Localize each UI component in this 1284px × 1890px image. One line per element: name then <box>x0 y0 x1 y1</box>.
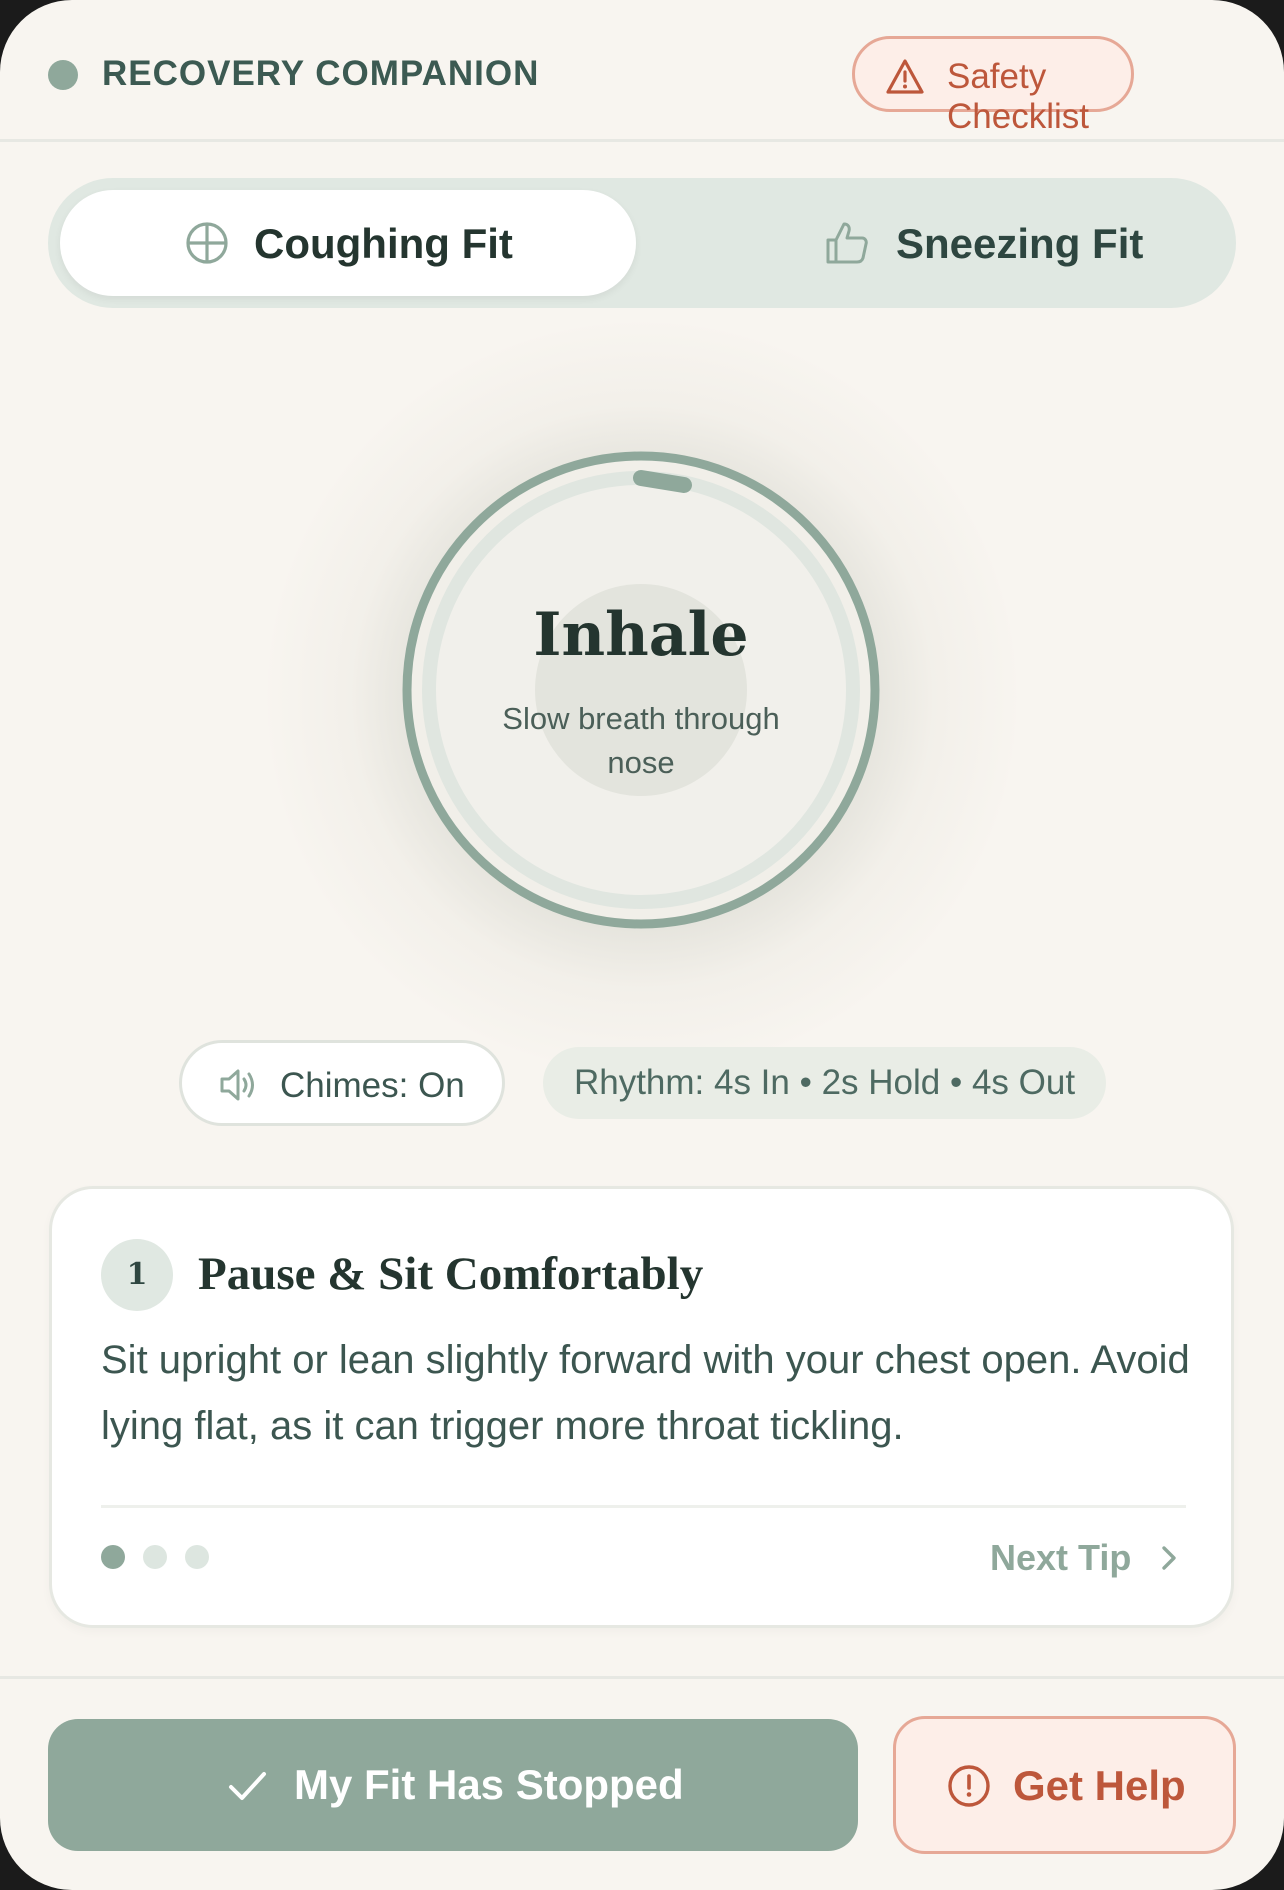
tip-body: Sit upright or lean slightly forward wit… <box>101 1338 1190 1448</box>
chimes-label: Chimes: On <box>280 1066 465 1105</box>
breath-instruction: Slow breath through nose <box>502 701 780 780</box>
get-help-label: Get Help <box>1013 1762 1186 1809</box>
divider <box>101 1505 1186 1508</box>
app-screen: RECOVERY COMPANION Safety Checklist Coug… <box>0 0 1284 1890</box>
chevron-right-icon <box>1162 1546 1176 1570</box>
get-help-button[interactable]: Get Help <box>893 1716 1236 1854</box>
alert-circle-icon <box>948 1765 990 1807</box>
rhythm-label: Rhythm: 4s In • 2s Hold • 4s Out <box>573 1063 1076 1102</box>
next-tip-button[interactable]: Next Tip <box>990 1533 1190 1581</box>
tip-pagination-dot-active[interactable] <box>101 1545 125 1569</box>
tip-title: Pause & Sit Comfortably <box>198 1248 704 1300</box>
rhythm-badge: Rhythm: 4s In • 2s Hold • 4s Out <box>543 1047 1106 1119</box>
step-number-badge: 1 <box>101 1239 173 1311</box>
chimes-toggle[interactable]: Chimes: On <box>179 1040 505 1126</box>
breath-progress-marker <box>633 470 692 493</box>
check-icon <box>229 1772 266 1800</box>
next-tip-label: Next Tip <box>990 1537 1132 1578</box>
breath-phase-label: Inhale <box>533 600 749 670</box>
footer-divider <box>0 1676 1284 1679</box>
fit-stopped-label: My Fit Has Stopped <box>294 1761 684 1808</box>
tip-card: 1 Pause & Sit Comfortably Sit upright or… <box>49 1186 1234 1628</box>
fit-stopped-button[interactable]: My Fit Has Stopped <box>48 1719 858 1851</box>
tip-pagination-dot[interactable] <box>185 1545 209 1569</box>
tip-pagination-dot[interactable] <box>143 1545 167 1569</box>
speaker-icon <box>220 1069 254 1101</box>
